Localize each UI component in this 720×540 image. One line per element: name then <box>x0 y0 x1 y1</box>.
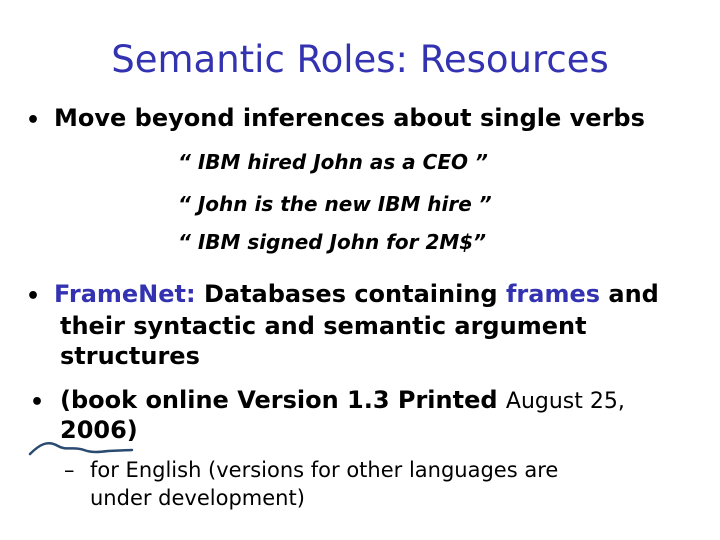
bullet-3-line-1: (book online Version 1.3 Printed August … <box>60 386 625 414</box>
printed-date: August 25, <box>505 389 625 414</box>
example-sentence-1: “ IBM hired John as a CEO ” <box>178 150 488 174</box>
bullet-2-line-2: their syntactic and semantic argument <box>60 312 587 340</box>
slide-title: Semantic Roles: Resources <box>111 38 609 81</box>
example-sentence-2: “ John is the new IBM hire ” <box>178 192 492 216</box>
example-sentence-3: “ IBM signed John for 2M$” <box>178 230 487 254</box>
sub-bullet-line-1: for English (versions for other language… <box>90 458 559 482</box>
sub-bullet-dash: – <box>64 458 75 482</box>
frames-highlight: frames <box>505 280 601 308</box>
bullet-2-text-a: Databases containing <box>195 280 506 308</box>
squiggle-underline-icon <box>28 442 134 456</box>
bullet-1-text: Move beyond inferences about single verb… <box>54 104 645 132</box>
bullet-marker: • <box>30 390 45 415</box>
sub-bullet-line-2: under development) <box>90 486 305 510</box>
bullet-2-line-3: structures <box>60 342 200 370</box>
framenet-label: FrameNet: <box>54 280 196 308</box>
bullet-2-text-b: and <box>600 280 659 308</box>
bullet-2-line-1: FrameNet: Databases containing frames an… <box>54 280 659 308</box>
bullet-3-text-a: (book online Version 1.3 Printed <box>60 386 506 414</box>
bullet-marker: • <box>26 108 41 133</box>
bullet-marker: • <box>26 284 41 309</box>
